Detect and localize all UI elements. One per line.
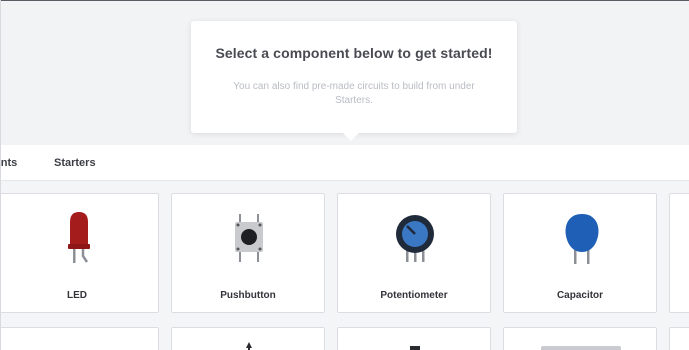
component-card-row2[interactable] [1, 327, 159, 350]
component-thumbnail-icon [410, 346, 420, 350]
component-card-row2[interactable] [337, 327, 491, 350]
component-grid: LED Pushbutton Potentiometer Capacitor [1, 181, 689, 350]
tab-starters[interactable]: Starters [54, 157, 96, 169]
getting-started-tooltip: Select a component below to get started!… [191, 21, 517, 141]
pushbutton-icon [235, 214, 263, 262]
potentiometer-icon [396, 215, 434, 262]
component-label: Capacitor [556, 290, 604, 301]
tooltip-title: Select a component below to get started! [215, 45, 493, 61]
component-thumbnail-icon [541, 346, 621, 350]
led-icon [68, 212, 90, 263]
component-label: Pushbutton [220, 290, 276, 301]
component-card-row2[interactable] [669, 327, 689, 350]
tab-components[interactable]: Components [1, 157, 17, 169]
component-label: Potentiometer [380, 290, 448, 301]
tooltip-subtitle: You can also find pre-made circuits to b… [233, 81, 475, 106]
capacitor-icon [565, 214, 599, 264]
component-card-capacitor[interactable]: Capacitor [503, 193, 657, 313]
component-card-row2[interactable] [503, 327, 657, 350]
component-card-pushbutton[interactable]: Pushbutton [171, 193, 325, 313]
component-card-potentiometer[interactable]: Potentiometer [337, 193, 491, 313]
component-card-row2[interactable] [171, 327, 325, 350]
component-card-led[interactable]: LED [1, 193, 159, 313]
app-frame: Select a component below to get started!… [0, 0, 689, 350]
component-thumbnail-icon [246, 342, 252, 350]
component-tabs: Components Starters [1, 145, 689, 181]
component-label: LED [67, 290, 87, 301]
component-card-partial[interactable] [669, 193, 689, 313]
prompt-area: Select a component below to get started!… [1, 0, 689, 145]
